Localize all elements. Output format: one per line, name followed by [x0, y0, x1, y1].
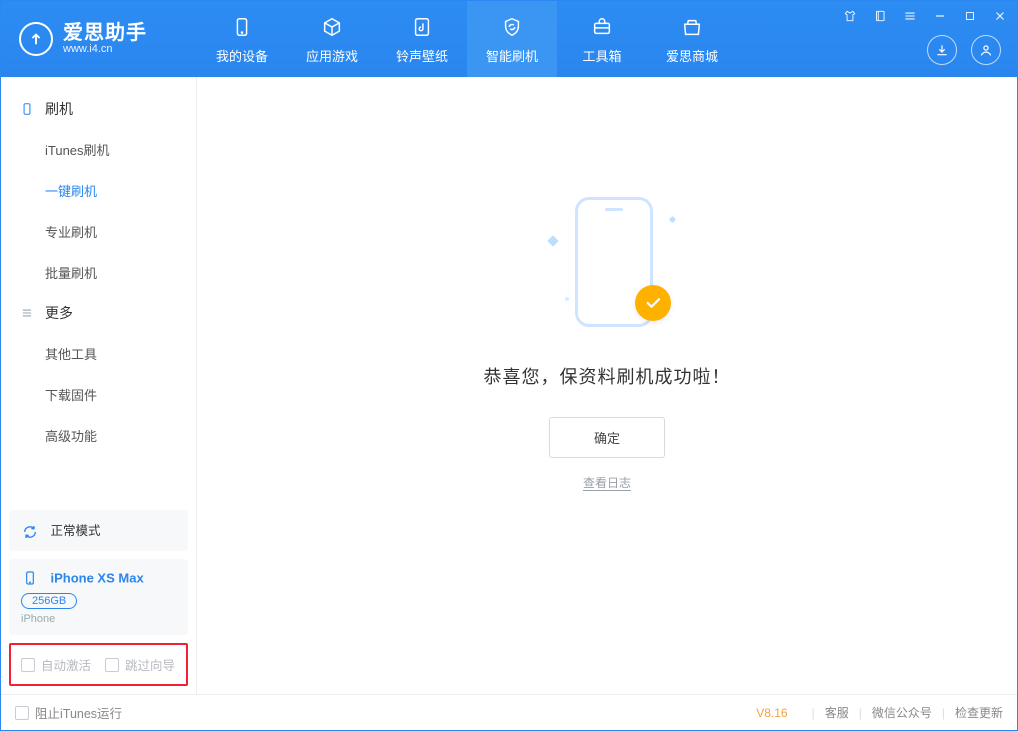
mode-label: 正常模式: [50, 524, 100, 538]
minimize-icon[interactable]: [931, 7, 949, 25]
status-link-support[interactable]: 客服: [825, 704, 849, 721]
section-title: 刷机: [45, 99, 73, 119]
version-label: V8.16: [756, 706, 787, 720]
sidebar-item-batch-flash[interactable]: 批量刷机: [1, 252, 196, 293]
options-highlight-box: 自动激活 跳过向导: [9, 643, 188, 686]
skip-guide-checkbox[interactable]: 跳过向导: [105, 655, 175, 674]
confirm-button[interactable]: 确定: [549, 417, 665, 458]
check-badge-icon: [635, 285, 671, 321]
toolbox-icon: [589, 14, 615, 40]
sidebar-item-other-tools[interactable]: 其他工具: [1, 333, 196, 374]
download-icon[interactable]: [927, 35, 957, 65]
app-title-en: www.i4.cn: [63, 44, 147, 56]
refresh-shield-icon: [499, 14, 525, 40]
status-link-update[interactable]: 检查更新: [955, 704, 1003, 721]
close-icon[interactable]: [991, 7, 1009, 25]
sidebar-item-download-firmware[interactable]: 下载固件: [1, 374, 196, 415]
device-capacity: 256GB: [21, 593, 77, 609]
sidebar-item-one-click-flash[interactable]: 一键刷机: [1, 170, 196, 211]
status-bar: 阻止iTunes运行 V8.16 | 客服 | 微信公众号 | 检查更新: [1, 694, 1017, 730]
mode-card[interactable]: 正常模式: [9, 510, 188, 551]
window-controls: [841, 7, 1009, 25]
body: 刷机 iTunes刷机 一键刷机 专业刷机 批量刷机 更多 其他工具 下载固件 …: [1, 77, 1017, 694]
section-title: 更多: [45, 303, 73, 323]
phone-icon: [21, 569, 39, 587]
sidebar: 刷机 iTunes刷机 一键刷机 专业刷机 批量刷机 更多 其他工具 下载固件 …: [1, 77, 197, 694]
main-content: 恭喜您，保资料刷机成功啦！ 确定 查看日志: [197, 77, 1017, 694]
title-bar: 爱思助手 www.i4.cn 我的设备 应用游戏 铃声壁纸 智能刷机 工具箱 爱…: [1, 1, 1017, 77]
device-icon: [229, 14, 255, 40]
status-link-wechat[interactable]: 微信公众号: [872, 704, 932, 721]
shirt-icon[interactable]: [841, 7, 859, 25]
nav-tab-flash[interactable]: 智能刷机: [467, 1, 557, 77]
sidebar-item-pro-flash[interactable]: 专业刷机: [1, 211, 196, 252]
success-message: 恭喜您，保资料刷机成功啦！: [484, 363, 731, 389]
nav-label: 智能刷机: [486, 46, 538, 65]
nav-tab-apps[interactable]: 应用游戏: [287, 1, 377, 77]
app-logo-icon: [19, 22, 53, 56]
header-action-icons: [927, 35, 1001, 65]
nav-tab-store[interactable]: 爱思商城: [647, 1, 737, 77]
maximize-icon[interactable]: [961, 7, 979, 25]
notebook-icon[interactable]: [871, 7, 889, 25]
sidebar-section-more: 更多: [1, 293, 196, 333]
nav-label: 我的设备: [216, 46, 268, 65]
nav-label: 应用游戏: [306, 46, 358, 65]
app-title: 爱思助手 www.i4.cn: [63, 23, 147, 56]
nav-label: 爱思商城: [666, 46, 718, 65]
app-title-cn: 爱思助手: [63, 23, 147, 44]
sidebar-bottom: 正常模式 iPhone XS Max 256GB iPhone 自动激活 跳过向…: [1, 502, 196, 694]
nav-tab-tools[interactable]: 工具箱: [557, 1, 647, 77]
menu-icon[interactable]: [901, 7, 919, 25]
checkbox-label: 跳过向导: [125, 655, 175, 674]
app-logo-area: 爱思助手 www.i4.cn: [1, 1, 197, 77]
user-icon[interactable]: [971, 35, 1001, 65]
music-file-icon: [409, 14, 435, 40]
cube-icon: [319, 14, 345, 40]
device-card[interactable]: iPhone XS Max 256GB iPhone: [9, 559, 188, 635]
nav-tab-ringtones[interactable]: 铃声壁纸: [377, 1, 467, 77]
checkbox-label: 阻止iTunes运行: [35, 703, 122, 722]
device-name: iPhone XS Max: [50, 571, 143, 586]
cycle-icon: [21, 523, 39, 541]
sidebar-section-flash: 刷机: [1, 89, 196, 129]
phone-outline-icon: [19, 101, 35, 117]
block-itunes-checkbox[interactable]: 阻止iTunes运行: [15, 703, 122, 722]
checkbox-label: 自动激活: [41, 655, 91, 674]
nav-tab-device[interactable]: 我的设备: [197, 1, 287, 77]
top-nav: 我的设备 应用游戏 铃声壁纸 智能刷机 工具箱 爱思商城: [197, 1, 737, 77]
sidebar-item-itunes-flash[interactable]: iTunes刷机: [1, 129, 196, 170]
device-type: iPhone: [21, 613, 176, 625]
auto-activate-checkbox[interactable]: 自动激活: [21, 655, 91, 674]
nav-label: 铃声壁纸: [396, 46, 448, 65]
view-log-link[interactable]: 查看日志: [583, 474, 631, 491]
sidebar-top: 刷机 iTunes刷机 一键刷机 专业刷机 批量刷机 更多 其他工具 下载固件 …: [1, 77, 196, 502]
success-illustration: [537, 187, 677, 337]
sidebar-item-advanced[interactable]: 高级功能: [1, 415, 196, 456]
list-icon: [19, 305, 35, 321]
nav-label: 工具箱: [582, 46, 621, 65]
shop-icon: [679, 14, 705, 40]
